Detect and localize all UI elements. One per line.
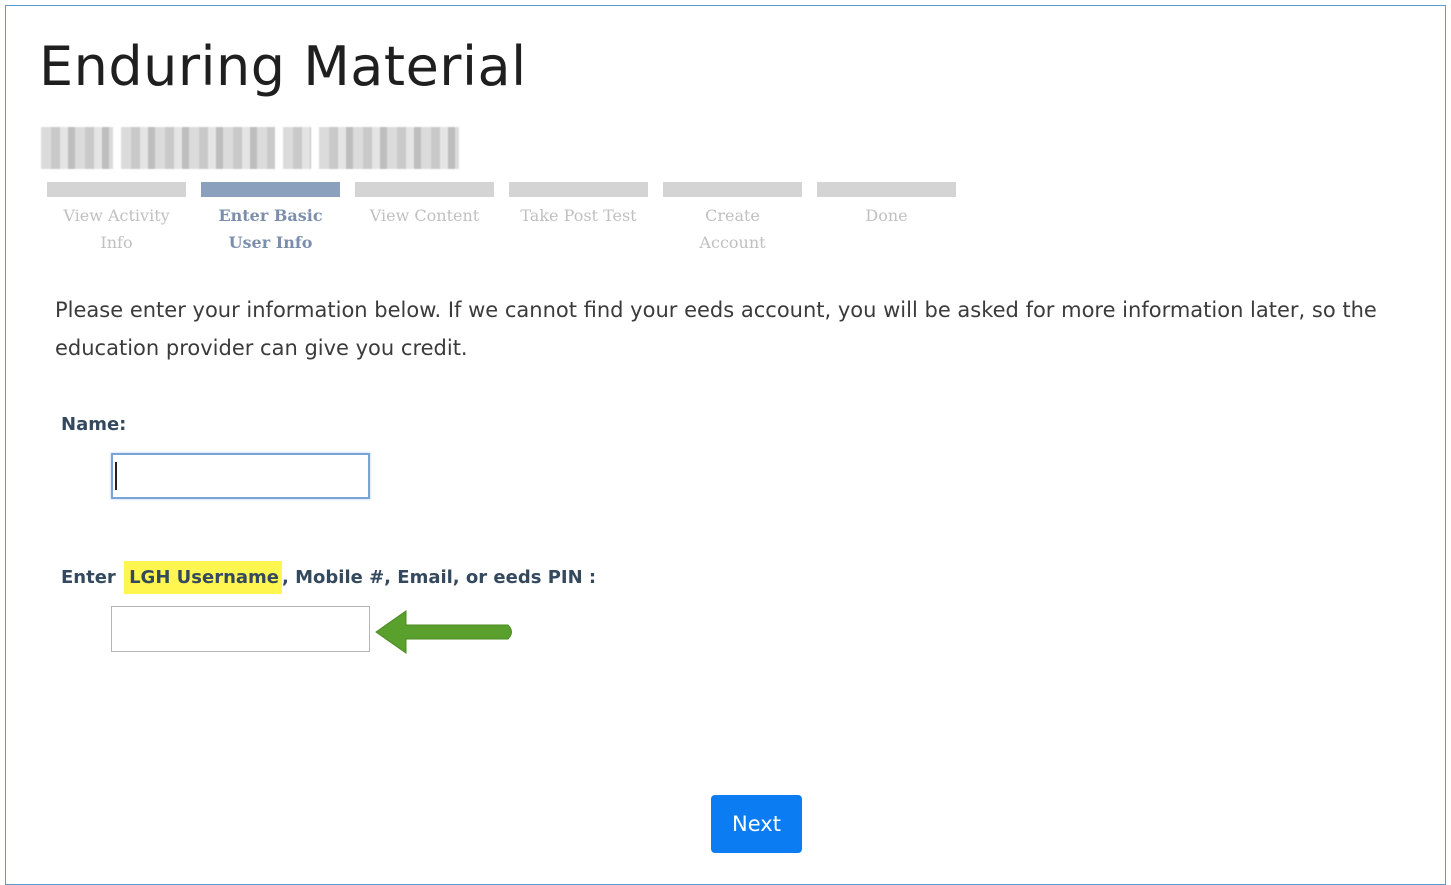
step-bar xyxy=(47,182,186,197)
step-bar xyxy=(355,182,494,197)
text-cursor xyxy=(115,462,117,490)
step-enter-basic-user-info: Enter Basic User Info xyxy=(201,182,340,256)
step-view-activity-info: View Activity Info xyxy=(47,182,186,256)
identifier-input[interactable] xyxy=(111,606,370,652)
step-bar xyxy=(663,182,802,197)
page-title: Enduring Material xyxy=(39,35,527,98)
arrow-shape xyxy=(375,610,512,654)
name-label: Name: xyxy=(61,414,127,435)
intro-text: Please enter your information below. If … xyxy=(55,298,1377,360)
step-label: Done xyxy=(865,206,908,225)
step-label: Take Post Test xyxy=(520,206,637,225)
step-take-post-test: Take Post Test xyxy=(509,182,648,256)
step-done: Done xyxy=(817,182,956,256)
left-arrow-icon xyxy=(375,610,512,654)
progress-steps: View Activity Info Enter Basic User Info… xyxy=(47,182,956,256)
next-button[interactable]: Next xyxy=(711,795,802,853)
blurred-text xyxy=(319,127,459,169)
step-label: View Activity Info xyxy=(63,206,170,252)
blurred-text xyxy=(41,127,113,169)
blurred-text xyxy=(283,127,311,169)
identifier-label: Enter LGH Username, Mobile #, Email, or … xyxy=(61,561,597,594)
step-bar xyxy=(509,182,648,197)
step-label: Create Account xyxy=(699,206,766,252)
step-view-content: View Content xyxy=(355,182,494,256)
step-label: View Content xyxy=(369,206,480,225)
step-bar xyxy=(817,182,956,197)
identifier-label-prefix: Enter xyxy=(61,567,123,588)
name-input[interactable] xyxy=(111,453,370,499)
highlighted-lgh-username: LGH Username xyxy=(124,561,282,594)
step-bar-active xyxy=(201,182,340,197)
blurred-activity-title xyxy=(41,127,459,169)
step-create-account: Create Account xyxy=(663,182,802,256)
blurred-text xyxy=(121,127,275,169)
identifier-label-suffix: , Mobile #, Email, or eeds PIN : xyxy=(282,567,597,588)
step-label: Enter Basic User Info xyxy=(218,206,323,252)
